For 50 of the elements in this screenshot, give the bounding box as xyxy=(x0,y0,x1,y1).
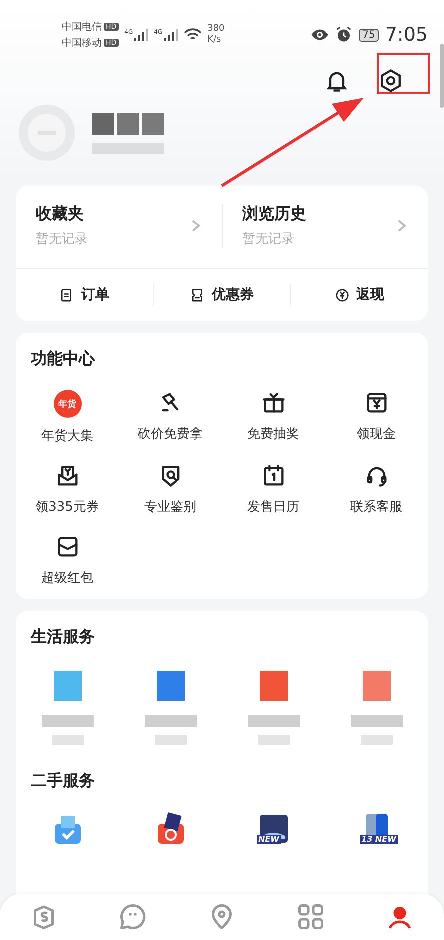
blurred-label-drawing xyxy=(40,713,96,747)
settings-icon[interactable] xyxy=(378,68,404,94)
grid-icon xyxy=(296,902,326,932)
function-item[interactable]: 超级红包 xyxy=(16,534,119,587)
avatar-icon xyxy=(18,104,76,162)
alarm-clock-icon xyxy=(334,26,353,44)
gift-box-icon xyxy=(260,390,286,416)
clock-time: 7:05 xyxy=(385,24,428,46)
shortcut-button[interactable]: 返现 xyxy=(290,284,428,306)
section-title: 生活服务 xyxy=(30,627,96,648)
highlight-frame xyxy=(377,53,430,94)
function-item[interactable]: 免费抽奖 xyxy=(222,390,325,445)
chevron-right-icon xyxy=(396,218,408,234)
blurred-label-drawing xyxy=(142,713,198,747)
entry-title[interactable]: 收藏夹 xyxy=(36,204,190,225)
new-tag: NEW xyxy=(256,835,282,844)
new-tag: 13 NEW xyxy=(360,835,398,844)
function-item[interactable]: 领335元券 xyxy=(16,463,119,516)
entry-subtitle: 暂无记录 xyxy=(36,231,89,248)
tab-button[interactable] xyxy=(118,902,148,932)
function-item[interactable]: 联系客服 xyxy=(325,463,428,516)
tab-button[interactable] xyxy=(296,902,326,932)
carrier-name: 中国移动 xyxy=(62,36,102,50)
function-item[interactable]: 领现金 xyxy=(325,390,428,445)
signal-icon xyxy=(134,29,148,41)
carrier-name: 中国电信 xyxy=(62,20,102,34)
speed-value: 380 xyxy=(208,24,225,35)
function-item[interactable]: 专业鉴别 xyxy=(119,463,222,516)
shortcut-button[interactable]: 优惠券 xyxy=(152,284,290,306)
ticket-icon xyxy=(190,288,205,302)
function-item[interactable]: 年货 年货大集 xyxy=(16,390,119,445)
yen-coin-icon xyxy=(334,288,350,302)
speed-unit: K/s xyxy=(208,35,222,46)
blurred-label-drawing xyxy=(246,713,302,747)
function-item[interactable]: 砍价免费拿 xyxy=(119,390,222,445)
lantern-badge: 年货 xyxy=(54,390,82,418)
section-title: 二手服务 xyxy=(30,771,96,792)
function-item[interactable]: 发售日历 xyxy=(222,463,325,516)
signal-icon xyxy=(164,29,178,41)
scrollbar xyxy=(440,44,444,108)
shortcut-button[interactable]: 订单 xyxy=(16,284,153,306)
wifi-icon xyxy=(184,28,202,42)
chevron-right-icon xyxy=(190,218,202,234)
battery-level: 75 xyxy=(358,28,380,42)
blurred-label-drawing xyxy=(348,713,404,747)
section-title: 功能中心 xyxy=(30,349,96,370)
entry-title[interactable]: 浏览历史 xyxy=(242,204,396,225)
document-icon xyxy=(59,288,74,302)
chat-bubble-icon xyxy=(118,902,148,932)
entry-subtitle: 暂无记录 xyxy=(242,231,296,248)
